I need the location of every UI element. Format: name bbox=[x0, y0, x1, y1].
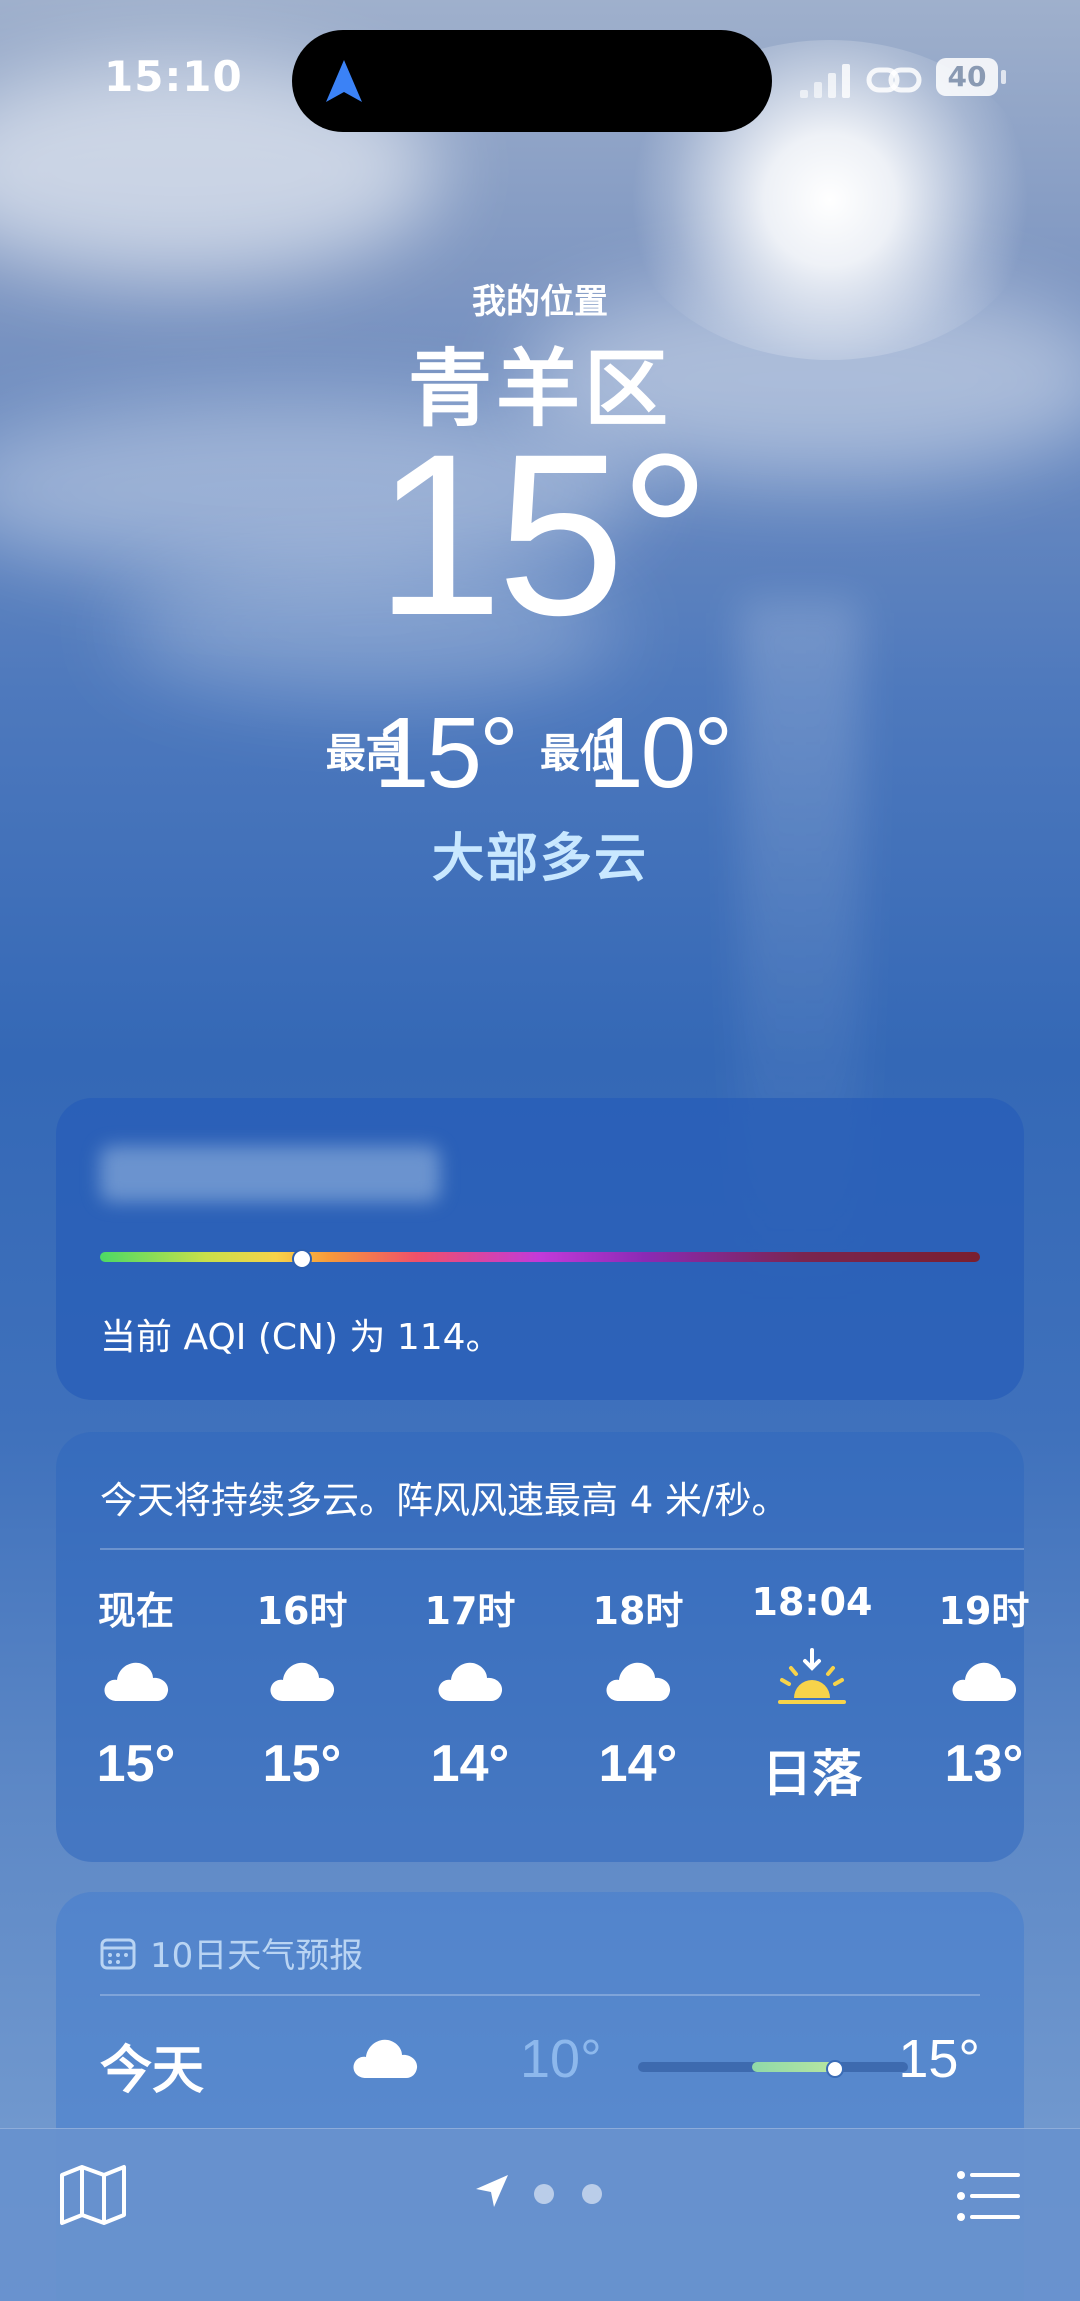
divider bbox=[100, 1994, 980, 1996]
hour-label: 19时 bbox=[938, 1589, 1030, 1633]
aqi-scale-bar bbox=[100, 1252, 980, 1262]
sunset-icon bbox=[778, 1648, 846, 1704]
forecast-row[interactable]: 今天 10° 15° bbox=[100, 2018, 980, 2108]
high-temperature: 15° bbox=[373, 697, 519, 809]
battery-icon: 40 bbox=[936, 58, 998, 96]
weather-screen: 15:10 40 我的位置 青羊区 15° 最高15° 最低10° 大部多云 当前… bbox=[0, 0, 1080, 2301]
current-temperature-dot bbox=[826, 2060, 844, 2078]
hour-temperature: 15° bbox=[262, 1735, 342, 1793]
aqi-description: 当前 AQI (CN) 为 114。 bbox=[100, 1317, 502, 1358]
bottom-toolbar bbox=[0, 2128, 1080, 2301]
cloud-icon bbox=[952, 1662, 1017, 1701]
current-temperature: 15° bbox=[375, 406, 711, 663]
battery-tip bbox=[1001, 70, 1006, 84]
forecast-low: 10° bbox=[520, 2029, 602, 2089]
forecast-header: 10日天气预报 bbox=[100, 1928, 363, 1977]
forecast-title: 10日天气预报 bbox=[150, 1936, 364, 1976]
aqi-marker bbox=[292, 1249, 313, 1269]
cloud-icon bbox=[104, 1662, 169, 1701]
status-time: 15:10 bbox=[104, 52, 243, 101]
hour-item: 现在 15° bbox=[66, 1580, 206, 1794]
location-arrow-icon bbox=[326, 60, 362, 102]
hour-temperature: 13° bbox=[944, 1735, 1024, 1793]
temperature-range-fill bbox=[752, 2062, 836, 2072]
dynamic-island bbox=[292, 30, 772, 132]
hour-temperature: 日落 bbox=[762, 1745, 862, 1803]
divider bbox=[100, 1548, 1024, 1550]
forecast-day: 今天 bbox=[100, 2041, 205, 2101]
low-temperature: 10° bbox=[588, 697, 733, 809]
hour-item: 19时 13° bbox=[914, 1580, 1054, 1794]
hour-item: 18:04 日落 bbox=[742, 1580, 882, 1806]
link-icon bbox=[866, 67, 922, 93]
calendar-icon bbox=[100, 1938, 136, 1969]
hour-item: 18时 14° bbox=[568, 1580, 708, 1794]
cloud-icon bbox=[438, 1662, 503, 1701]
cloud-icon bbox=[353, 2039, 418, 2078]
low-label: 最低 bbox=[540, 730, 620, 777]
hour-temperature: 15° bbox=[96, 1735, 176, 1793]
aqi-card[interactable]: 当前 AQI (CN) 为 114。 bbox=[56, 1098, 1024, 1400]
map-icon[interactable] bbox=[58, 2163, 128, 2227]
hour-label: 18时 bbox=[592, 1589, 684, 1633]
hourly-summary: 今天将持续多云。阵风风速最高 4 米/秒。 bbox=[100, 1479, 789, 1522]
hour-label: 现在 bbox=[97, 1589, 174, 1633]
list-icon[interactable] bbox=[956, 2169, 1020, 2223]
location-arrow-icon[interactable] bbox=[474, 2173, 510, 2209]
cloud-icon bbox=[606, 1662, 671, 1701]
hourly-forecast-card[interactable]: 今天将持续多云。阵风风速最高 4 米/秒。 现在 15° 16时 15° 17时… bbox=[56, 1432, 1029, 1862]
hour-item: 16时 15° bbox=[232, 1580, 372, 1794]
hour-temperature: 14° bbox=[430, 1735, 510, 1793]
location-label: 我的位置 bbox=[472, 282, 608, 322]
hour-item: 17时 14° bbox=[400, 1580, 540, 1794]
page-dot[interactable] bbox=[534, 2184, 554, 2204]
hour-label: 16时 bbox=[256, 1589, 348, 1633]
aqi-title-blurred bbox=[100, 1146, 440, 1202]
hour-label: 17时 bbox=[424, 1589, 516, 1633]
hour-temperature: 14° bbox=[598, 1735, 678, 1793]
signal-icon bbox=[800, 64, 850, 98]
page-dot[interactable] bbox=[582, 2184, 602, 2204]
hour-label: 18:04 bbox=[751, 1580, 873, 1624]
cloud-icon bbox=[270, 1662, 335, 1701]
weather-condition: 大部多云 bbox=[431, 829, 648, 889]
high-low-temperature: 最高15° 最低10° bbox=[0, 696, 1080, 811]
forecast-high: 15° bbox=[898, 2029, 980, 2089]
high-label: 最高 bbox=[325, 730, 406, 777]
temperature-range-bar bbox=[638, 2060, 908, 2078]
